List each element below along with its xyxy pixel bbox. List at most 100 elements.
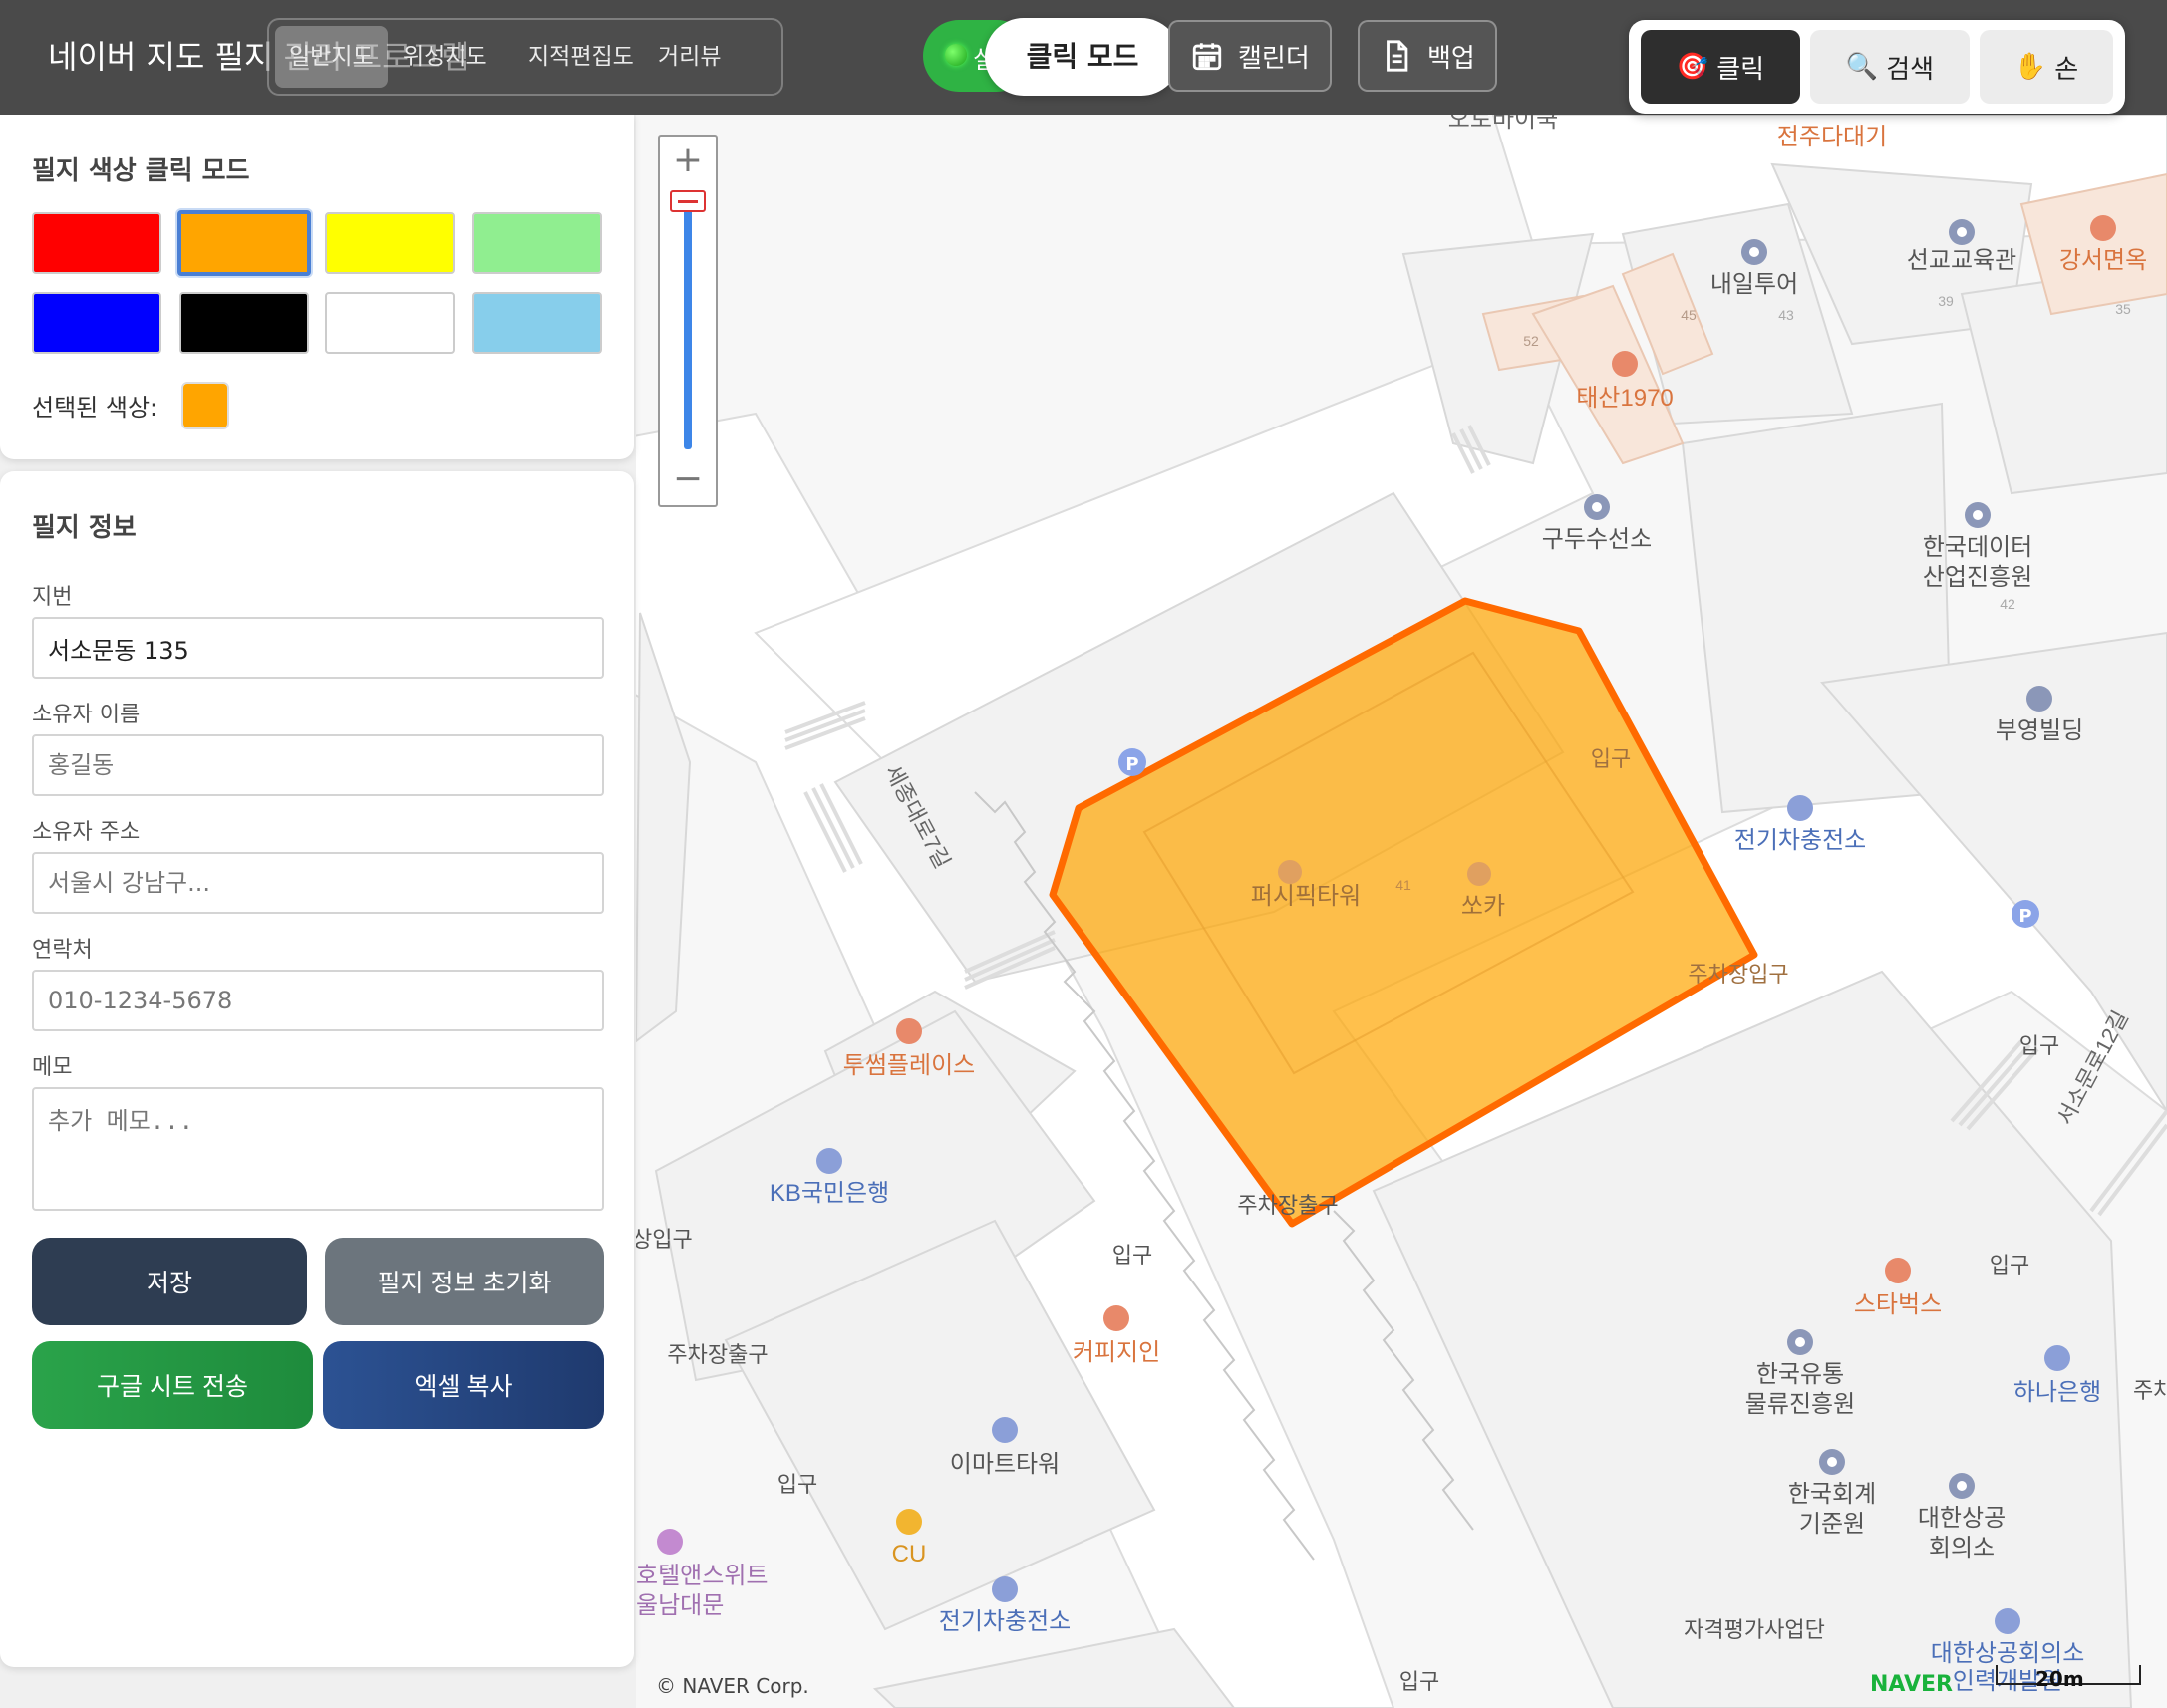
color-swatch-white[interactable] xyxy=(325,292,455,354)
map-label: 기준원 xyxy=(1799,1511,1865,1538)
lot-number-label: 39 xyxy=(1938,293,1954,309)
tool-hand-button[interactable]: ✋ 손 xyxy=(1980,30,2113,104)
calendar-button[interactable]: 캘린더 xyxy=(1168,20,1332,92)
map-label: 구두수선소 xyxy=(1542,526,1652,553)
backup-button[interactable]: 백업 xyxy=(1358,20,1497,92)
color-swatch-red[interactable] xyxy=(32,212,161,274)
owner-name-input[interactable] xyxy=(32,734,604,796)
contact-input[interactable] xyxy=(32,970,604,1031)
poi-marker-icon xyxy=(1103,1305,1129,1331)
map-label: 한국유통 xyxy=(1756,1361,1844,1388)
color-swatch-black[interactable] xyxy=(179,292,309,354)
zoom-slider-handle[interactable] xyxy=(670,190,706,212)
map-label: 내일투어 xyxy=(1710,271,1798,298)
tool-click-button[interactable]: 🎯 클릭 xyxy=(1641,30,1800,104)
color-swatch-blue[interactable] xyxy=(32,292,161,354)
save-button[interactable]: 저장 xyxy=(32,1238,307,1325)
color-panel-title: 필지 색상 클릭 모드 xyxy=(32,156,250,186)
map-label: 물류진흥원 xyxy=(1745,1391,1855,1418)
lot-number-input[interactable] xyxy=(32,617,604,679)
zoom-control: + − xyxy=(658,135,718,507)
zoom-slider-track[interactable] xyxy=(684,206,692,449)
poi-marker-icon xyxy=(992,1417,1018,1443)
tool-click-label: 클릭 xyxy=(1716,54,1765,85)
map-label: 전기차충전소 xyxy=(1734,827,1866,854)
map-label: 부영빌딩 xyxy=(1996,717,2083,744)
owner-address-input[interactable] xyxy=(32,852,604,914)
zoom-out-button[interactable]: − xyxy=(660,457,716,503)
backup-button-label: 백업 xyxy=(1427,43,1475,74)
memo-label: 메모 xyxy=(32,1055,73,1080)
zoom-in-button[interactable]: + xyxy=(660,139,716,184)
map-label: 주차 xyxy=(2133,1378,2167,1403)
map-label: CU xyxy=(892,1541,927,1567)
selected-color-chip xyxy=(181,382,229,429)
svg-text:P: P xyxy=(2018,906,2031,927)
tool-search-label: 검색 xyxy=(1886,54,1935,85)
map-label: 쏘카 xyxy=(1461,893,1505,920)
parcel-info-panel: 필지 정보 지번 소유자 이름 소유자 주소 연락처 메모 저장 필지 정보 초… xyxy=(0,471,634,1667)
map-label: 입구 xyxy=(1591,746,1631,771)
tool-mode-group: 🎯 클릭 🔍 검색 ✋ 손 xyxy=(1629,20,2125,114)
document-icon xyxy=(1387,40,1408,72)
lot-number-label: 52 xyxy=(1523,333,1539,349)
calendar-icon xyxy=(1192,43,1222,71)
map-label: 하나은행 xyxy=(2013,1379,2101,1406)
color-swatch-lightgreen[interactable] xyxy=(472,212,602,274)
excel-copy-button[interactable]: 엑셀 복사 xyxy=(323,1341,604,1429)
bank-icon xyxy=(2044,1345,2070,1371)
map-label: 입구 xyxy=(1112,1243,1152,1268)
map-scale-label: 20m xyxy=(2035,1667,2084,1691)
svg-text:P: P xyxy=(1125,754,1138,775)
naver-logo: NAVER xyxy=(1870,1672,1953,1697)
lot-number-label: 41 xyxy=(1395,877,1411,893)
map-label: 울남대문 xyxy=(636,1592,724,1619)
poi-marker-icon xyxy=(992,1576,1018,1602)
status-dot-icon xyxy=(945,44,967,66)
memo-textarea[interactable] xyxy=(32,1087,604,1211)
map-type-streetview[interactable]: 거리뷰 xyxy=(644,26,735,88)
tool-search-button[interactable]: 🔍 검색 xyxy=(1810,30,1970,104)
poi-marker-icon xyxy=(2090,215,2116,241)
reset-parcel-button[interactable]: 필지 정보 초기화 xyxy=(325,1238,604,1325)
color-swatch-yellow[interactable] xyxy=(325,212,455,274)
map-label: 커피지인 xyxy=(1073,1339,1160,1366)
poi-marker-icon xyxy=(1995,1608,2020,1634)
google-sheet-button[interactable]: 구글 시트 전송 xyxy=(32,1341,313,1429)
map-label: 입구 xyxy=(1399,1669,1439,1694)
map-label: 호텔앤스위트 xyxy=(636,1563,768,1589)
lot-number-label: 지번 xyxy=(32,585,73,610)
map-label: 전주다대기 xyxy=(1777,124,1887,150)
calendar-button-label: 캘린더 xyxy=(1238,43,1310,74)
map-label: 오토바이쿡 xyxy=(1448,115,1558,133)
target-icon: 🎯 xyxy=(1676,52,1709,82)
poi-marker-icon xyxy=(1467,862,1491,886)
cu-icon xyxy=(896,1509,922,1535)
map-type-cadastral[interactable]: 지적편집도 xyxy=(514,26,648,88)
sidebar: 필지 색상 클릭 모드 선택된 색상: 필지 정보 지번 소유자 이름 소유자 … xyxy=(0,115,636,1708)
lot-number-label: 43 xyxy=(1778,307,1794,323)
map-label: 입구 xyxy=(2019,1033,2059,1058)
poi-marker-icon xyxy=(1612,351,1638,377)
map-label: 주차장입구 xyxy=(1688,962,1788,987)
map-type-satellite[interactable]: 위성지도 xyxy=(389,26,501,88)
map-label: 강서면옥 xyxy=(2059,247,2147,274)
map-canvas[interactable]: P P 오토바이쿡 전주다대기 선교교육관 강서면옥 내일투어 태산1970 구… xyxy=(636,115,2167,1708)
map-label: 전기차충전소 xyxy=(939,1608,1071,1635)
map-label: 태산1970 xyxy=(1576,385,1674,412)
map-label: 퍼시픽타워 xyxy=(1251,883,1361,910)
selected-color-label: 선택된 색상: xyxy=(32,394,158,422)
color-swatch-orange[interactable] xyxy=(177,210,311,276)
lot-number-label: 35 xyxy=(2115,301,2131,317)
map-label: 한국회계 xyxy=(1788,1481,1876,1508)
map-label: KB국민은행 xyxy=(770,1180,889,1207)
parcel-info-title: 필지 정보 xyxy=(32,513,137,543)
map-base-layer: P P 오토바이쿡 전주다대기 선교교육관 강서면옥 내일투어 태산1970 구… xyxy=(636,115,2167,1708)
map-type-normal[interactable]: 일반지도 xyxy=(275,26,388,88)
map-label: 한국데이터 xyxy=(1923,534,2032,561)
map-label: 입구 xyxy=(1990,1253,2029,1278)
color-swatch-skyblue[interactable] xyxy=(472,292,602,354)
color-panel: 필지 색상 클릭 모드 선택된 색상: xyxy=(0,115,634,459)
map-label: 산업진흥원 xyxy=(1923,564,2032,591)
map-label: 회의소 xyxy=(1929,1535,1995,1562)
